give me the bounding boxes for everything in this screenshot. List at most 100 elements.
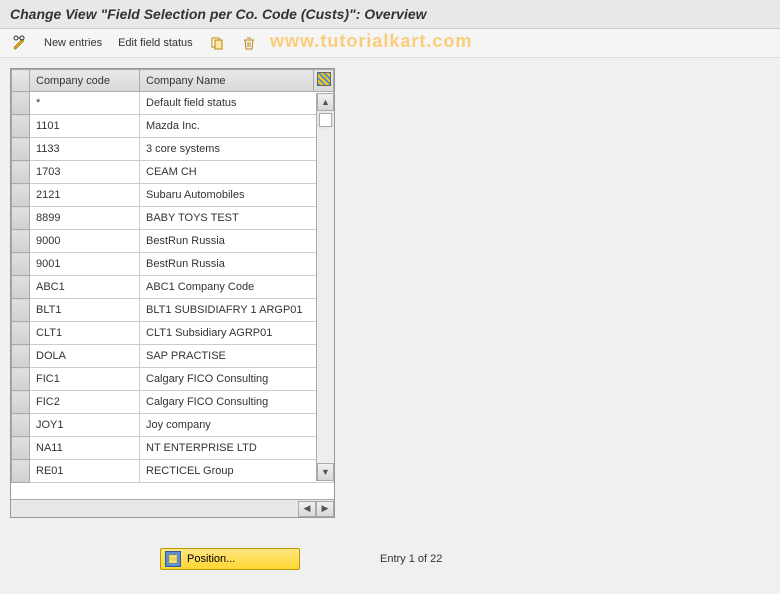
row-selector[interactable] — [12, 391, 30, 414]
cell-company-code[interactable]: 9000 — [30, 230, 140, 253]
cell-company-name[interactable]: Calgary FICO Consulting — [140, 391, 334, 414]
table-row[interactable]: ABC1ABC1 Company Code — [12, 276, 334, 299]
cell-company-name[interactable]: Subaru Automobiles — [140, 184, 334, 207]
select-all-header[interactable] — [12, 70, 30, 92]
cell-company-code[interactable]: 2121 — [30, 184, 140, 207]
cell-company-code[interactable]: FIC2 — [30, 391, 140, 414]
cell-company-name[interactable]: Mazda Inc. — [140, 115, 334, 138]
edit-field-status-button[interactable]: Edit field status — [114, 35, 197, 51]
cell-company-code[interactable]: RE01 — [30, 460, 140, 483]
horizontal-scrollbar[interactable]: ◀ ▶ — [11, 499, 334, 517]
cell-company-name[interactable]: RECTICEL Group — [140, 460, 334, 483]
row-selector[interactable] — [12, 437, 30, 460]
edit-field-status-label: Edit field status — [118, 37, 193, 49]
cell-company-name[interactable]: Calgary FICO Consulting — [140, 368, 334, 391]
cell-company-name[interactable]: NT ENTERPRISE LTD — [140, 437, 334, 460]
cell-company-code[interactable]: DOLA — [30, 345, 140, 368]
row-selector[interactable] — [12, 184, 30, 207]
scroll-track[interactable] — [317, 129, 334, 463]
cell-company-code[interactable]: 8899 — [30, 207, 140, 230]
toolbar: New entries Edit field status www.tutori… — [0, 29, 780, 58]
new-entries-label: New entries — [44, 37, 102, 49]
table-container: Company code Company Name *Default field… — [10, 68, 335, 518]
row-selector[interactable] — [12, 414, 30, 437]
footer: Position... Entry 1 of 22 — [160, 548, 770, 570]
copy-button[interactable] — [205, 33, 229, 53]
column-header-code[interactable]: Company code — [30, 70, 140, 92]
copy-icon — [209, 35, 225, 51]
cell-company-code[interactable]: 1101 — [30, 115, 140, 138]
cell-company-name[interactable]: BestRun Russia — [140, 230, 334, 253]
table-row[interactable]: 1703CEAM CH — [12, 161, 334, 184]
table-row[interactable]: NA11NT ENTERPRISE LTD — [12, 437, 334, 460]
watermark: www.tutorialkart.com — [270, 31, 472, 52]
cell-company-name[interactable]: CEAM CH — [140, 161, 334, 184]
cell-company-name[interactable]: BLT1 SUBSIDIAFRY 1 ARGP01 — [140, 299, 334, 322]
table-row[interactable]: 9000BestRun Russia — [12, 230, 334, 253]
row-selector[interactable] — [12, 368, 30, 391]
table-row[interactable]: RE01RECTICEL Group — [12, 460, 334, 483]
table-row[interactable]: FIC2Calgary FICO Consulting — [12, 391, 334, 414]
row-selector[interactable] — [12, 230, 30, 253]
cell-company-name[interactable]: SAP PRACTISE — [140, 345, 334, 368]
cell-company-code[interactable]: 9001 — [30, 253, 140, 276]
cell-company-code[interactable]: FIC1 — [30, 368, 140, 391]
row-selector[interactable] — [12, 253, 30, 276]
row-selector[interactable] — [12, 115, 30, 138]
cell-company-name[interactable]: 3 core systems — [140, 138, 334, 161]
row-selector[interactable] — [12, 161, 30, 184]
scroll-down-button[interactable]: ▼ — [317, 463, 334, 481]
cell-company-name[interactable]: Default field status — [140, 92, 334, 115]
table-row[interactable]: *Default field status — [12, 92, 334, 115]
table-row[interactable]: 8899BABY TOYS TEST — [12, 207, 334, 230]
new-entries-button[interactable]: New entries — [40, 35, 106, 51]
cell-company-code[interactable]: JOY1 — [30, 414, 140, 437]
cell-company-name[interactable]: ABC1 Company Code — [140, 276, 334, 299]
toggle-button[interactable] — [8, 33, 32, 53]
scroll-right-button[interactable]: ▶ — [316, 501, 334, 517]
cell-company-code[interactable]: ABC1 — [30, 276, 140, 299]
table-row[interactable]: 2121Subaru Automobiles — [12, 184, 334, 207]
row-selector[interactable] — [12, 92, 30, 115]
cell-company-code[interactable]: BLT1 — [30, 299, 140, 322]
cell-company-name[interactable]: BABY TOYS TEST — [140, 207, 334, 230]
cell-company-code[interactable]: NA11 — [30, 437, 140, 460]
scroll-up-button[interactable]: ▲ — [317, 93, 334, 111]
column-header-name[interactable]: Company Name — [140, 70, 314, 92]
row-selector[interactable] — [12, 207, 30, 230]
position-button[interactable]: Position... — [160, 548, 300, 570]
table-row[interactable]: 11333 core systems — [12, 138, 334, 161]
cell-company-name[interactable]: BestRun Russia — [140, 253, 334, 276]
position-label: Position... — [187, 553, 235, 565]
table-config-header[interactable] — [314, 70, 334, 92]
cell-company-code[interactable]: 1133 — [30, 138, 140, 161]
cell-company-code[interactable]: CLT1 — [30, 322, 140, 345]
row-selector[interactable] — [12, 299, 30, 322]
row-selector[interactable] — [12, 276, 30, 299]
cell-company-code[interactable]: 1703 — [30, 161, 140, 184]
table-row[interactable]: FIC1Calgary FICO Consulting — [12, 368, 334, 391]
table-row[interactable]: 9001BestRun Russia — [12, 253, 334, 276]
row-selector[interactable] — [12, 345, 30, 368]
company-table: Company code Company Name *Default field… — [11, 69, 334, 483]
trash-icon — [241, 35, 257, 51]
row-selector[interactable] — [12, 322, 30, 345]
cell-company-name[interactable]: CLT1 Subsidiary AGRP01 — [140, 322, 334, 345]
content-area: Company code Company Name *Default field… — [0, 58, 780, 580]
table-row[interactable]: 1101Mazda Inc. — [12, 115, 334, 138]
scroll-left-button[interactable]: ◀ — [298, 501, 316, 517]
table-row[interactable]: JOY1Joy company — [12, 414, 334, 437]
cell-company-code[interactable]: * — [30, 92, 140, 115]
title-bar: Change View "Field Selection per Co. Cod… — [0, 0, 780, 29]
vertical-scrollbar[interactable]: ▲ ▼ — [316, 93, 334, 481]
table-row[interactable]: DOLASAP PRACTISE — [12, 345, 334, 368]
table-row[interactable]: BLT1BLT1 SUBSIDIAFRY 1 ARGP01 — [12, 299, 334, 322]
scroll-marker — [319, 113, 332, 127]
delete-button[interactable] — [237, 33, 261, 53]
table-row[interactable]: CLT1CLT1 Subsidiary AGRP01 — [12, 322, 334, 345]
entry-counter: Entry 1 of 22 — [380, 553, 442, 565]
table-settings-icon — [317, 72, 331, 86]
cell-company-name[interactable]: Joy company — [140, 414, 334, 437]
row-selector[interactable] — [12, 460, 30, 483]
row-selector[interactable] — [12, 138, 30, 161]
